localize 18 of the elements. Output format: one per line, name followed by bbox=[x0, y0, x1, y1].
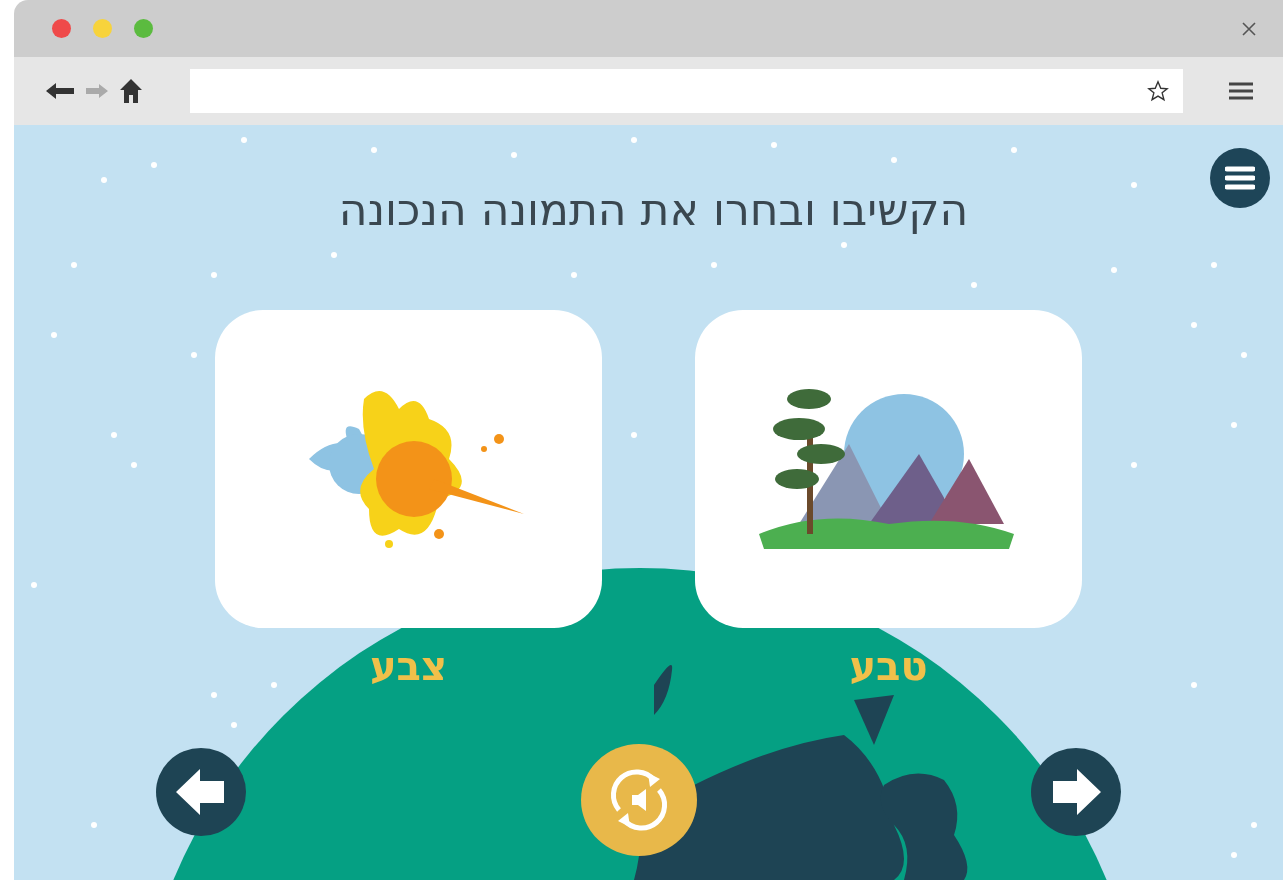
picture-card[interactable] bbox=[695, 310, 1082, 628]
menu-button[interactable] bbox=[1210, 148, 1270, 208]
right-arrow-icon bbox=[1051, 769, 1101, 815]
close-window-dot[interactable] bbox=[52, 19, 71, 38]
back-arrow-icon[interactable] bbox=[46, 82, 74, 100]
address-field[interactable] bbox=[190, 69, 1183, 113]
close-icon[interactable] bbox=[1241, 20, 1257, 37]
minimize-window-dot[interactable] bbox=[93, 19, 112, 38]
home-icon[interactable] bbox=[120, 79, 142, 103]
landmass bbox=[654, 665, 673, 715]
maximize-window-dot[interactable] bbox=[134, 19, 153, 38]
instruction-heading: הקשיבו ובחרו את התמונה הנכונה bbox=[338, 183, 969, 237]
menu-icon[interactable] bbox=[1229, 82, 1253, 100]
word-label: טבע bbox=[849, 642, 928, 690]
menu-icon bbox=[1225, 166, 1255, 190]
left-arrow-icon bbox=[176, 769, 226, 815]
star-icon[interactable] bbox=[1147, 80, 1169, 102]
word-label: צבע bbox=[369, 642, 448, 690]
